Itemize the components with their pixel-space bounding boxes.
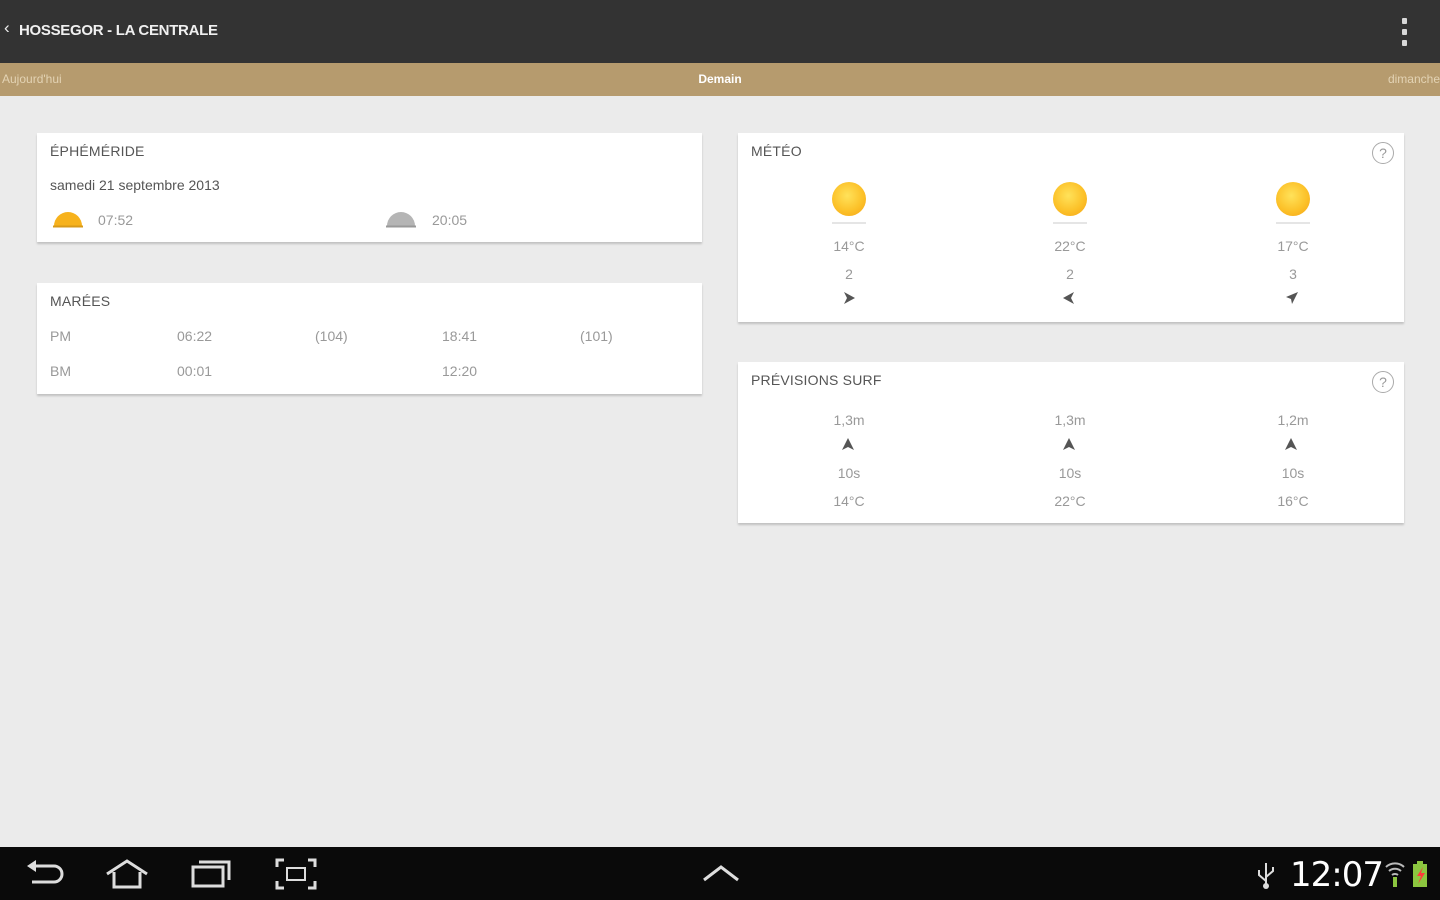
recent-apps-icon[interactable] [190, 858, 232, 890]
surf-period: 10s [837, 465, 861, 481]
swell-direction-arrow-icon [842, 438, 854, 450]
ephemeride-card: ÉPHÉMÉRIDE samedi 21 septembre 2013 07:5… [37, 133, 702, 242]
tide-row-label: PM [50, 328, 71, 344]
marees-card: MARÉES PM 06:22 (104) 18:41 (101) BM 00:… [37, 283, 702, 394]
sun-icon-base [832, 222, 866, 224]
meteo-wind-force: 3 [1289, 266, 1297, 282]
tide-time: 06:22 [177, 328, 213, 344]
surf-period: 10s [1058, 465, 1082, 481]
page-title[interactable]: HOSSEGOR - LA CENTRALE [19, 22, 218, 39]
overflow-menu-icon[interactable] [1398, 18, 1410, 46]
wifi-icon [1385, 862, 1405, 887]
marees-title: MARÉES [50, 293, 111, 309]
day-tabs: Aujourd'hui Demain dimanche [0, 63, 1440, 96]
help-icon[interactable]: ? [1372, 142, 1394, 164]
status-clock: 12:07 [1290, 855, 1384, 895]
tab-tomorrow[interactable]: Demain [698, 72, 741, 86]
tide-time: 12:20 [442, 363, 478, 379]
surf-water-temperature: 14°C [833, 493, 865, 509]
wind-east-arrow-icon [844, 292, 855, 304]
tide-time: 00:01 [177, 363, 213, 379]
screenshot-icon[interactable] [275, 858, 317, 890]
chevron-up-icon[interactable] [702, 864, 740, 884]
meteo-temperature: 14°C [833, 238, 865, 254]
action-bar: ‹ HOSSEGOR - LA CENTRALE [0, 0, 1440, 63]
sun-icon [1276, 182, 1310, 216]
meteo-title: MÉTÉO [751, 143, 802, 159]
surf-card: PRÉVISIONS SURF ? 1,3m 10s 14°C 1,3m 10s… [738, 362, 1404, 523]
surf-period: 10s [1281, 465, 1305, 481]
sunrise-time: 07:52 [98, 212, 134, 228]
sun-icon-base [1276, 222, 1310, 224]
sunset-icon [386, 212, 416, 228]
tide-coefficient: (104) [315, 328, 348, 344]
sunset-time: 20:05 [432, 212, 468, 228]
meteo-card: MÉTÉO ? 14°C 2 22°C 2 17°C 3 [738, 133, 1404, 322]
tide-row-label: BM [50, 363, 71, 379]
wind-west-arrow-icon [1063, 292, 1074, 304]
tide-time: 18:41 [442, 328, 478, 344]
meteo-temperature: 17°C [1277, 238, 1309, 254]
wind-southwest-arrow-icon [1286, 292, 1298, 304]
back-chevron-icon[interactable]: ‹ [4, 18, 10, 38]
surf-wave-height: 1,3m [833, 412, 865, 428]
surf-water-temperature: 16°C [1277, 493, 1309, 509]
sun-icon [1053, 182, 1087, 216]
ephemeride-title: ÉPHÉMÉRIDE [50, 143, 145, 159]
meteo-wind-force: 2 [845, 266, 853, 282]
tide-coefficient: (101) [580, 328, 613, 344]
home-icon[interactable] [104, 858, 150, 890]
sun-icon [832, 182, 866, 216]
battery-charging-icon [1413, 861, 1427, 887]
tab-today[interactable]: Aujourd'hui [2, 72, 62, 86]
surf-wave-height: 1,2m [1277, 412, 1309, 428]
surf-title: PRÉVISIONS SURF [751, 372, 882, 388]
tab-sunday[interactable]: dimanche [1388, 72, 1440, 86]
meteo-temperature: 22°C [1054, 238, 1086, 254]
system-navigation-bar [0, 847, 1440, 900]
surf-water-temperature: 22°C [1054, 493, 1086, 509]
sunrise-icon [53, 212, 83, 228]
surf-wave-height: 1,3m [1054, 412, 1086, 428]
meteo-wind-force: 2 [1066, 266, 1074, 282]
swell-direction-arrow-icon [1063, 438, 1075, 450]
sun-icon-base [1053, 222, 1087, 224]
swell-direction-arrow-icon [1285, 438, 1297, 450]
usb-icon [1258, 863, 1274, 889]
help-icon[interactable]: ? [1372, 371, 1394, 393]
back-icon[interactable] [24, 858, 64, 890]
ephemeride-date: samedi 21 septembre 2013 [50, 177, 220, 193]
